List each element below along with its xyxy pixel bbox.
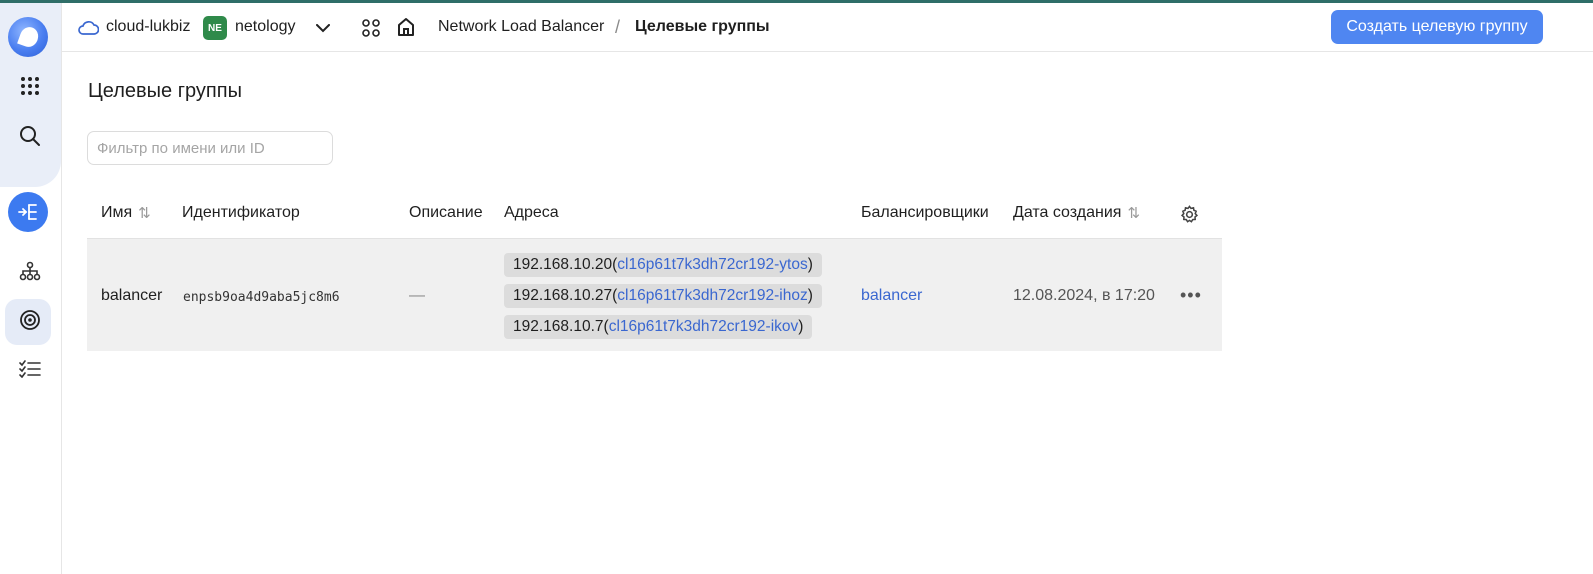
address-paren-close: ): [798, 318, 804, 335]
folder-badge: NE: [203, 16, 227, 40]
address-ip: 192.168.10.20: [513, 256, 613, 273]
table-settings-gear-icon[interactable]: [1179, 204, 1199, 224]
column-label-addresses: Адреса: [504, 204, 559, 221]
sort-icon[interactable]: ⇅: [138, 204, 151, 222]
search-icon[interactable]: [7, 113, 52, 158]
create-target-group-button[interactable]: Создать целевую группу: [1331, 10, 1543, 44]
address-paren-close: ): [807, 287, 813, 304]
home-icon[interactable]: [395, 16, 417, 38]
row-actions-more-icon[interactable]: •••: [1180, 285, 1202, 306]
logo-icon[interactable]: [8, 17, 48, 57]
address-chip: 192.168.10.27 (cl16p61t7k3dh72cr192-ihoz…: [504, 284, 822, 308]
column-header-created[interactable]: Дата создания ⇅: [1013, 204, 1140, 222]
cell-name[interactable]: balancer: [101, 287, 162, 305]
column-label-balancers: Балансировщики: [861, 204, 989, 221]
checklist-icon[interactable]: [7, 346, 52, 391]
column-header-description: Описание: [409, 204, 483, 222]
sort-icon[interactable]: ⇅: [1127, 204, 1140, 222]
cell-id: enpsb9oa4d9aba5jc8m6: [183, 290, 340, 305]
address-chip: 192.168.10.7 (cl16p61t7k3dh72cr192-ikov): [504, 315, 813, 339]
services-nodes-icon[interactable]: [360, 17, 382, 39]
column-label-created: Дата создания: [1013, 204, 1122, 221]
cloud-icon: [77, 17, 99, 37]
column-header-name[interactable]: Имя ⇅: [101, 204, 151, 222]
top-header: cloud-lukbiz NE netology Network Load Ba…: [62, 3, 1593, 52]
cell-created: 12.08.2024, в 17:20: [1013, 287, 1155, 304]
cloud-selector[interactable]: cloud-lukbiz: [106, 18, 190, 36]
column-header-balancers: Балансировщики: [861, 204, 989, 222]
column-header-addresses: Адреса: [504, 204, 559, 222]
folder-selector[interactable]: netology: [235, 18, 296, 36]
address-ip: 192.168.10.7: [513, 318, 604, 335]
chevron-down-icon[interactable]: [314, 19, 332, 37]
instance-link[interactable]: cl16p61t7k3dh72cr192-ytos: [617, 256, 807, 274]
column-header-id: Идентификатор: [182, 204, 300, 222]
address-chip: 192.168.10.20 (cl16p61t7k3dh72cr192-ytos…: [504, 253, 822, 277]
cell-description: —: [409, 287, 425, 304]
instance-link[interactable]: cl16p61t7k3dh72cr192-ikov: [609, 318, 799, 336]
breadcrumb-current: Целевые группы: [635, 18, 770, 35]
breadcrumb-service[interactable]: Network Load Balancer: [438, 18, 604, 36]
left-rail: [0, 3, 62, 574]
instance-link[interactable]: cl16p61t7k3dh72cr192-ihoz: [617, 287, 807, 305]
hierarchy-icon[interactable]: [7, 248, 52, 293]
table-row[interactable]: balancer enpsb9oa4d9aba5jc8m6 — 192.168.…: [87, 238, 1222, 351]
page-title: Целевые группы: [88, 80, 242, 102]
breadcrumb-separator: /: [615, 17, 621, 37]
filter-input[interactable]: [87, 131, 333, 165]
column-label-description: Описание: [409, 204, 483, 221]
address-ip: 192.168.10.27: [513, 287, 613, 304]
column-label-id: Идентификатор: [182, 204, 300, 221]
load-balancer-service-icon[interactable]: [8, 192, 48, 232]
target-icon: [7, 297, 52, 342]
apps-grid-icon[interactable]: [7, 63, 52, 108]
cell-balancer-link[interactable]: balancer: [861, 287, 922, 305]
column-label-name: Имя: [101, 204, 133, 221]
address-paren-close: ): [807, 256, 813, 273]
